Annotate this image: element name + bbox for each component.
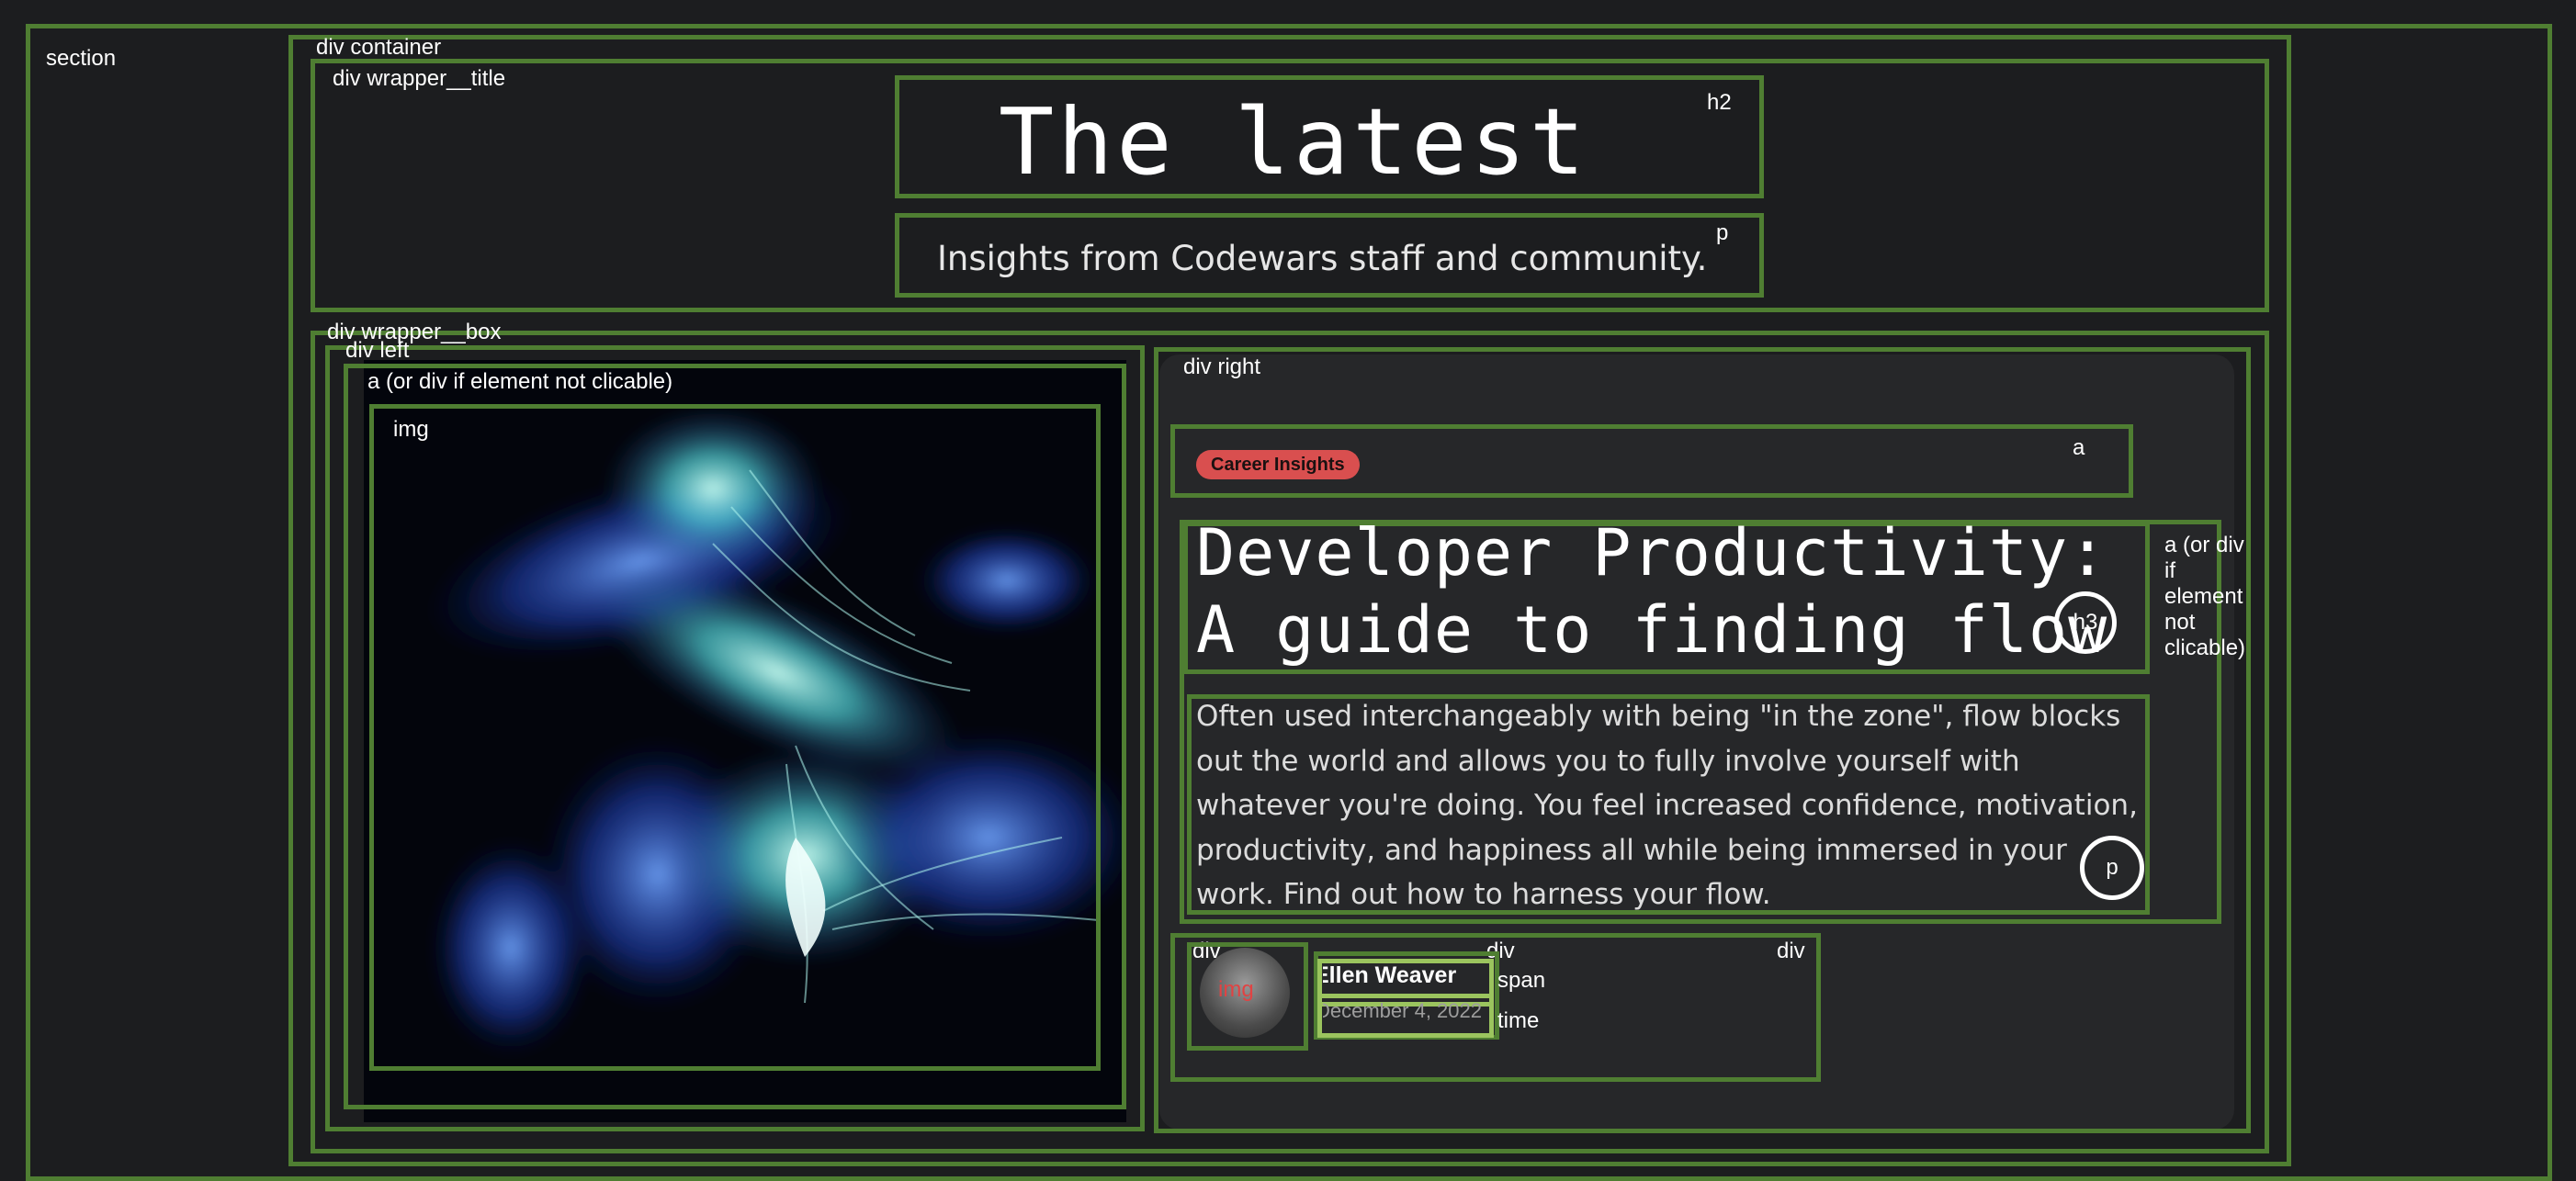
link-label: a (or div if element not clicable) — [367, 369, 673, 394]
author-name[interactable]: Ellen Weaver — [1323, 962, 1456, 989]
img-label: img — [393, 417, 429, 442]
a-label: a — [2073, 435, 2085, 460]
article-title[interactable]: Developer Productivity: A guide to findi… — [1196, 514, 2170, 669]
right-label: div right — [1183, 354, 1261, 379]
author-meta: Ellen Weaver December 4, 2022 — [1323, 961, 1494, 1038]
div-label-3: div — [1777, 939, 1805, 963]
time-label: time — [1497, 1008, 1540, 1033]
title-link-label: a (or div if element not clicable) — [2164, 533, 2245, 661]
a-side-line1: a (or div — [2164, 533, 2244, 557]
category-badge[interactable]: Career Insights — [1196, 450, 1360, 479]
a-side-line5: clicable) — [2164, 635, 2246, 660]
container-label: div container — [316, 35, 442, 60]
page-subtitle: Insights from Codewars staff and communi… — [937, 239, 1708, 278]
h2-label: h2 — [1707, 90, 1732, 115]
a-side-line4: not — [2164, 610, 2196, 635]
p-marker: p — [2080, 836, 2144, 900]
publish-date: December 4, 2022 — [1323, 999, 1482, 1022]
section-label: section — [46, 46, 117, 71]
span-label: span — [1497, 968, 1546, 993]
article-excerpt: Often used interchangeably with being "i… — [1196, 700, 2138, 911]
p-label: p — [1716, 220, 1729, 245]
page-title: The latest — [998, 88, 1589, 196]
a-side-line3: element — [2164, 584, 2243, 609]
wrapper-title-label: div wrapper__title — [333, 66, 506, 91]
img-outline — [369, 404, 1101, 1071]
a-side-line2: if — [2164, 558, 2175, 583]
avatar-outline — [1187, 942, 1308, 1051]
h3-marker: h3 — [2054, 591, 2117, 654]
